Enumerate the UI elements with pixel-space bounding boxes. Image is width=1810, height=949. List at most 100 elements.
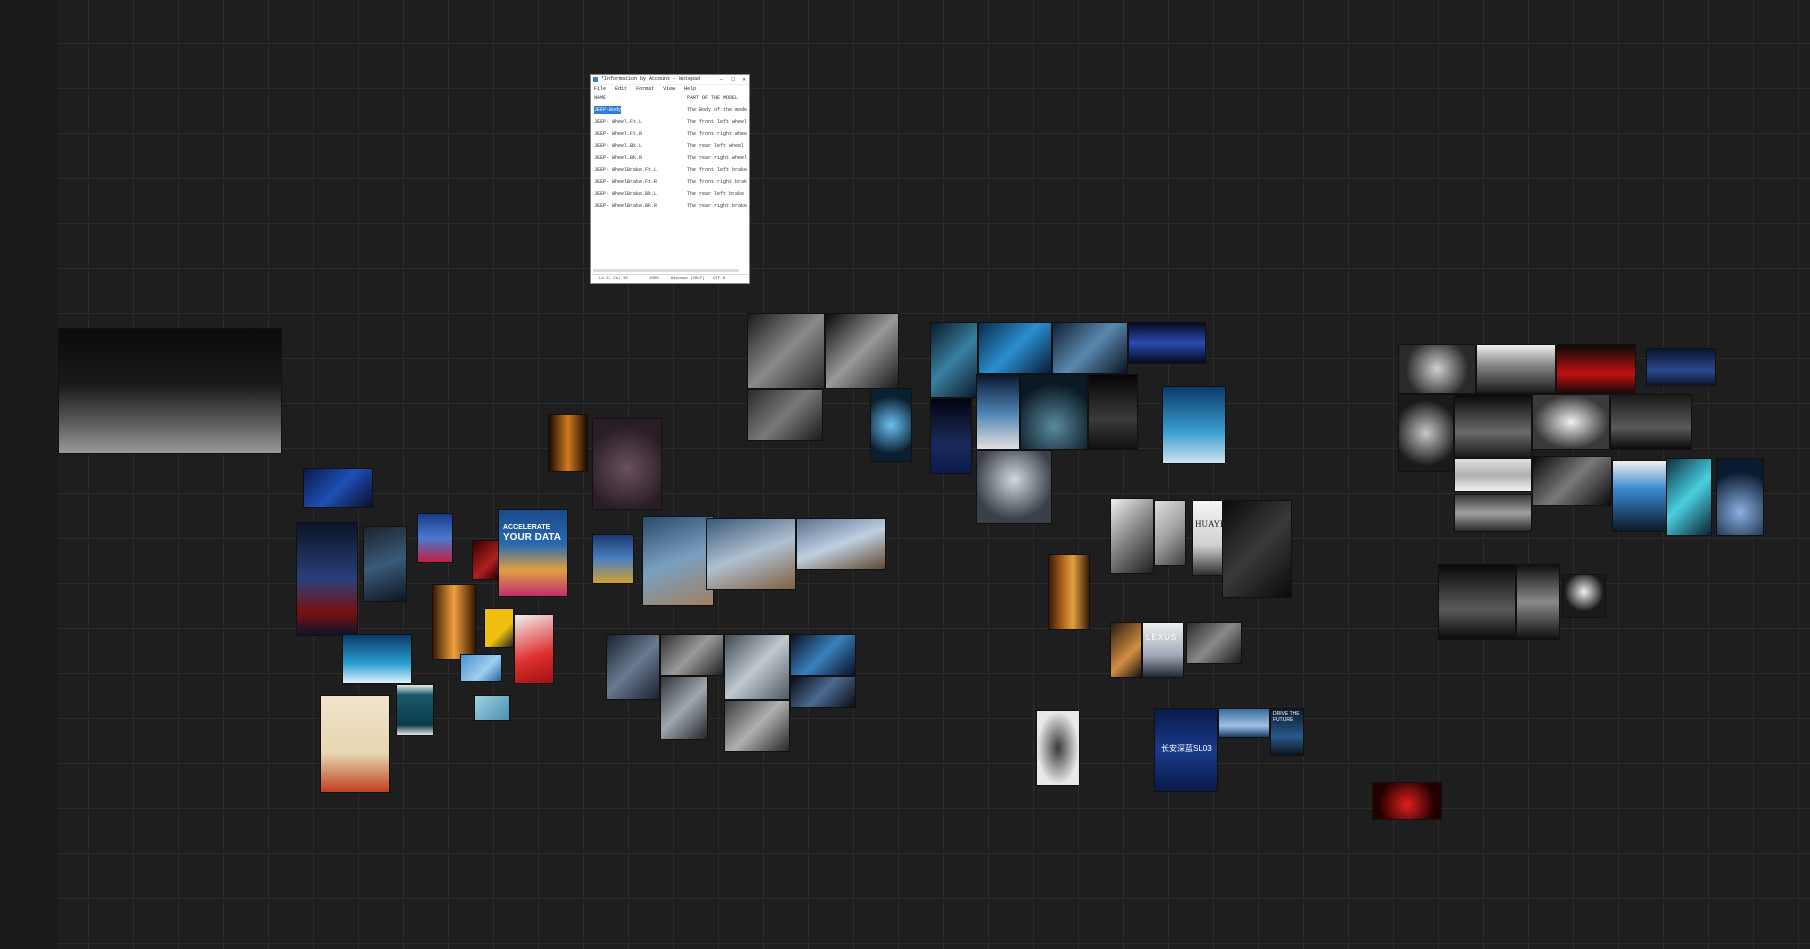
image-tile[interactable] bbox=[978, 322, 1052, 374]
image-tile[interactable] bbox=[1154, 500, 1186, 566]
image-tile-huayra[interactable]: HUAYRA bbox=[1192, 500, 1224, 576]
image-tile[interactable] bbox=[396, 684, 434, 736]
image-tile[interactable] bbox=[432, 584, 476, 660]
notepad-line: JEEP- WheelBrake.Ft.L The front left bra… bbox=[593, 166, 747, 174]
image-tile[interactable] bbox=[1052, 322, 1128, 374]
image-tile[interactable] bbox=[1186, 622, 1242, 664]
notepad-header-row: NAME PART OF THE MODEL bbox=[593, 94, 747, 102]
horizontal-scrollbar[interactable] bbox=[593, 269, 739, 272]
menu-view[interactable]: View bbox=[663, 86, 675, 92]
image-tile[interactable] bbox=[592, 534, 634, 584]
image-tile[interactable] bbox=[642, 516, 714, 606]
image-tile[interactable] bbox=[790, 676, 856, 708]
image-tile-drive-future[interactable]: DRIVE THE FUTURE bbox=[1270, 708, 1304, 756]
image-tile[interactable] bbox=[1716, 458, 1764, 536]
image-tile[interactable] bbox=[747, 389, 823, 441]
image-tile[interactable] bbox=[976, 374, 1020, 450]
image-tile[interactable] bbox=[796, 518, 886, 570]
image-tile[interactable] bbox=[1610, 394, 1692, 450]
image-tile[interactable] bbox=[474, 695, 510, 721]
image-tile[interactable] bbox=[1020, 374, 1088, 450]
poster-text: 长安深蓝SL03 bbox=[1161, 744, 1212, 753]
image-tile-your-data[interactable]: ACCELERATE YOUR DATA bbox=[498, 509, 568, 597]
image-tile-chinese[interactable]: 长安深蓝SL03 bbox=[1154, 708, 1218, 792]
image-tile[interactable] bbox=[58, 328, 282, 454]
image-tile[interactable] bbox=[1532, 394, 1610, 450]
notepad-line: JEEP- WheelBrake.Bk.L The rear left brak… bbox=[593, 190, 747, 198]
line-name-selected: JEEP-Body bbox=[594, 106, 622, 114]
image-tile[interactable] bbox=[1454, 494, 1532, 532]
close-icon[interactable]: ✕ bbox=[742, 75, 746, 84]
image-tile[interactable] bbox=[724, 700, 790, 752]
image-tile[interactable] bbox=[1372, 782, 1442, 820]
image-tile[interactable] bbox=[1128, 322, 1206, 364]
line-name: JEEP- Wheel.Bk.L bbox=[594, 143, 643, 149]
minimize-icon[interactable]: – bbox=[719, 75, 723, 84]
image-tile[interactable] bbox=[1454, 458, 1532, 492]
image-tile-lexus[interactable]: LEXUS bbox=[1142, 622, 1184, 678]
image-tile[interactable] bbox=[930, 398, 972, 474]
image-tile[interactable] bbox=[303, 468, 373, 508]
image-tile[interactable] bbox=[1532, 456, 1612, 506]
image-tile[interactable] bbox=[1088, 374, 1138, 450]
image-tile[interactable] bbox=[1398, 394, 1454, 472]
menu-file[interactable]: File bbox=[594, 86, 606, 92]
menu-help[interactable]: Help bbox=[684, 86, 696, 92]
image-tile[interactable] bbox=[472, 540, 500, 580]
header-name: NAME bbox=[594, 95, 607, 101]
image-tile[interactable] bbox=[1162, 386, 1226, 464]
image-tile[interactable] bbox=[514, 614, 554, 684]
menu-edit[interactable]: Edit bbox=[615, 86, 627, 92]
image-tile[interactable] bbox=[1476, 344, 1556, 394]
image-tile[interactable] bbox=[1110, 622, 1142, 678]
image-tile[interactable] bbox=[417, 513, 453, 563]
image-tile[interactable] bbox=[1556, 344, 1636, 394]
image-tile[interactable] bbox=[606, 634, 660, 700]
image-tile[interactable] bbox=[320, 695, 390, 793]
image-tile[interactable] bbox=[1612, 460, 1668, 532]
image-tile[interactable] bbox=[1048, 554, 1090, 630]
image-tile[interactable] bbox=[1516, 564, 1560, 640]
image-tile[interactable] bbox=[870, 388, 912, 462]
image-tile[interactable] bbox=[1454, 394, 1532, 458]
image-tile[interactable] bbox=[1110, 498, 1154, 574]
image-tile[interactable] bbox=[976, 450, 1052, 524]
notepad-line: JEEP- Wheel.Bk.L The rear left wheel bbox=[593, 142, 747, 150]
menu-format[interactable]: Format bbox=[636, 86, 654, 92]
image-tile[interactable] bbox=[790, 634, 856, 676]
poster-text-line2: YOUR DATA bbox=[503, 532, 561, 543]
image-tile[interactable] bbox=[342, 634, 412, 684]
image-tile[interactable] bbox=[1666, 458, 1712, 536]
image-tile[interactable] bbox=[548, 414, 588, 472]
image-tile[interactable] bbox=[724, 634, 790, 700]
image-tile[interactable] bbox=[747, 313, 825, 389]
image-tile[interactable] bbox=[1222, 500, 1292, 598]
line-part: The front left wheel bbox=[687, 119, 747, 125]
line-part: The Body of the model bbox=[687, 107, 747, 113]
image-tile[interactable] bbox=[660, 676, 708, 740]
image-tile[interactable] bbox=[825, 313, 899, 389]
notepad-text-area[interactable]: NAME PART OF THE MODEL JEEP-Body The Bod… bbox=[593, 94, 747, 256]
notepad-titlebar[interactable]: *Information by Account - Notepad – □ ✕ bbox=[591, 75, 749, 85]
image-tile[interactable] bbox=[296, 522, 358, 636]
image-tile[interactable] bbox=[592, 418, 662, 510]
notepad-window[interactable]: *Information by Account - Notepad – □ ✕ … bbox=[590, 74, 750, 284]
image-tile[interactable] bbox=[660, 634, 724, 676]
moodboard-canvas[interactable]: *Information by Account - Notepad – □ ✕ … bbox=[0, 0, 1810, 949]
image-tile[interactable] bbox=[1562, 574, 1606, 618]
maximize-icon[interactable]: □ bbox=[731, 75, 735, 84]
line-name: JEEP- WheelBrake.Bk.R bbox=[594, 203, 658, 209]
image-tile[interactable] bbox=[363, 526, 407, 602]
image-tile[interactable] bbox=[1398, 344, 1476, 394]
image-tile[interactable] bbox=[484, 608, 514, 648]
image-tile[interactable] bbox=[1438, 564, 1516, 640]
image-tile[interactable] bbox=[1218, 708, 1270, 738]
line-name: JEEP- WheelBrake.Bk.L bbox=[594, 191, 658, 197]
image-tile[interactable] bbox=[1036, 710, 1080, 786]
image-tile[interactable] bbox=[460, 654, 502, 682]
image-tile[interactable] bbox=[930, 322, 978, 398]
status-encoding: UTF-8 bbox=[713, 277, 726, 281]
notepad-title: *Information by Account - Notepad bbox=[601, 76, 701, 82]
image-tile[interactable] bbox=[706, 518, 796, 590]
image-tile[interactable] bbox=[1646, 348, 1716, 386]
